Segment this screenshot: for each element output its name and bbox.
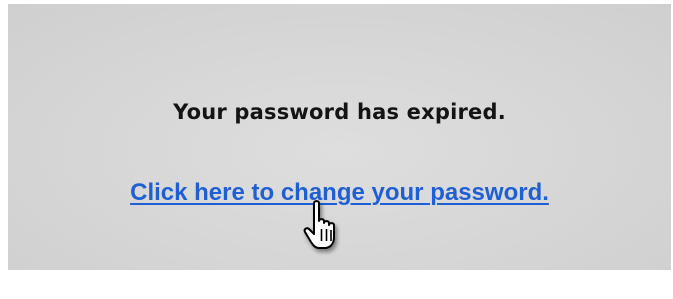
screenshot-frame: Your password has expired. Click here to…	[0, 0, 673, 299]
change-password-link[interactable]: Click here to change your password.	[8, 179, 671, 207]
message-panel: Your password has expired. Click here to…	[8, 4, 671, 270]
password-expired-message: Your password has expired.	[173, 100, 506, 124]
